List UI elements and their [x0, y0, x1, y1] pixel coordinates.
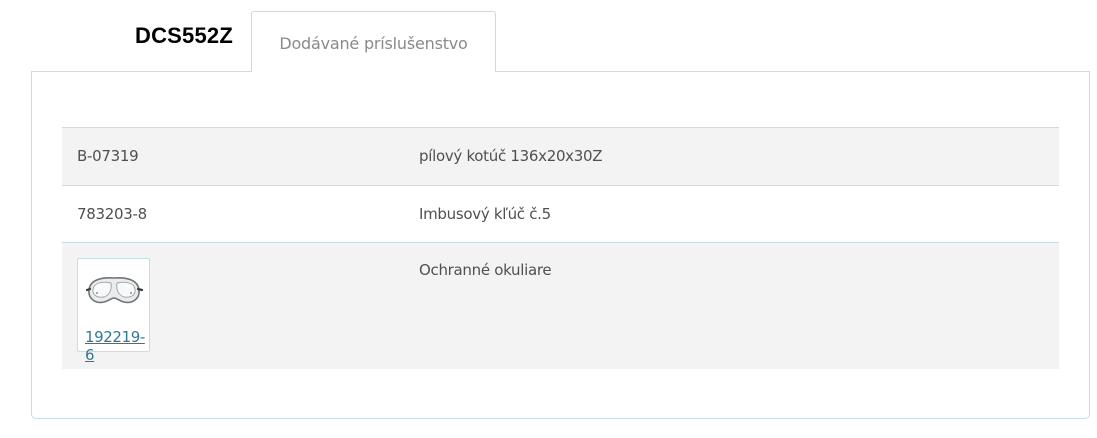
accessory-description: Ochranné okuliare: [419, 261, 552, 279]
product-model-title: DCS552Z: [135, 23, 233, 48]
tab-label: Dodávané príslušenstvo: [279, 33, 468, 53]
tab-panel: B-07319 pílový kotúč 136x20x30Z 783203-8…: [31, 71, 1090, 419]
accessory-thumbnail[interactable]: 192219-6: [77, 258, 150, 364]
accessory-code-link[interactable]: 192219-6: [85, 328, 149, 364]
accessory-description: pílový kotúč 136x20x30Z: [419, 147, 603, 165]
accessory-code: 783203-8: [77, 205, 147, 223]
accessories-table: B-07319 pílový kotúč 136x20x30Z 783203-8…: [62, 127, 1059, 369]
safety-goggles-icon: [85, 277, 143, 304]
accessory-description: Imbusový kľúč č.5: [419, 205, 551, 223]
table-row: B-07319 pílový kotúč 136x20x30Z: [62, 128, 1059, 186]
accessory-code: B-07319: [77, 147, 139, 165]
table-row: 783203-8 Imbusový kľúč č.5: [62, 186, 1059, 243]
tab-supplied-accessories[interactable]: Dodávané príslušenstvo: [251, 11, 496, 72]
table-row: 192219-6 Ochranné okuliare: [62, 243, 1059, 369]
